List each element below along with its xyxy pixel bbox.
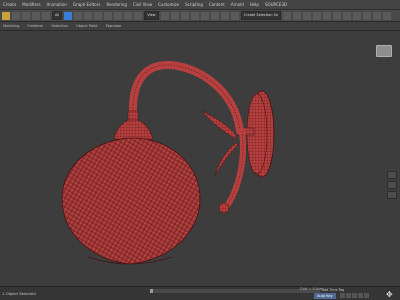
nav-orbit-icon[interactable]: [387, 181, 397, 189]
shade-neck[interactable]: [127, 110, 139, 121]
curve-editor-icon[interactable]: [333, 11, 342, 20]
grid-size-label: Grid = 0.0cm: [300, 287, 324, 291]
nav-zoom-icon[interactable]: [387, 171, 397, 179]
tab-freeform[interactable]: Freeform: [27, 24, 43, 28]
shade-cap[interactable]: [113, 118, 154, 140]
ribbon-tabs: Modeling Freeform Selection Object Paint…: [0, 22, 400, 31]
select-object-icon[interactable]: [64, 11, 73, 20]
menu-rendering[interactable]: Rendering: [106, 2, 126, 7]
menu-customize[interactable]: Customize: [158, 2, 179, 7]
upper-arm[interactable]: [128, 61, 244, 135]
link-icon[interactable]: [22, 11, 30, 20]
menu-civil-view[interactable]: Civil View: [133, 2, 152, 7]
named-selection-sets-dropdown[interactable]: Create Selection Se: [240, 11, 282, 20]
menu-source3d[interactable]: SOURCE3D: [265, 2, 287, 7]
rectangular-selection-icon[interactable]: [84, 11, 93, 20]
layer-explorer-icon[interactable]: [313, 11, 322, 20]
unlink-icon[interactable]: [32, 11, 40, 20]
previous-frame-icon[interactable]: [346, 293, 351, 298]
leaf-upper[interactable]: [201, 110, 237, 140]
nav-pan-icon[interactable]: [387, 191, 397, 199]
leaf-lower[interactable]: [214, 142, 239, 177]
reference-coordinate-dropdown[interactable]: View: [144, 11, 159, 20]
spinner-snap-icon[interactable]: [220, 11, 229, 20]
ribbon-toggle-icon[interactable]: [323, 11, 332, 20]
status-bar: 1 Object Selected Grid = 0.0cm Add Time …: [0, 286, 400, 300]
percent-snap-icon[interactable]: [210, 11, 219, 20]
arm-end-knob[interactable]: [218, 202, 230, 214]
scene-explorer-icon[interactable]: [303, 11, 312, 20]
place-icon[interactable]: [134, 11, 143, 20]
angle-snap-icon[interactable]: [200, 11, 209, 20]
viewport-navigation-icon[interactable]: ✥: [386, 290, 393, 299]
tab-selection[interactable]: Selection: [51, 24, 68, 28]
tab-modeling[interactable]: Modeling: [3, 24, 19, 28]
perspective-viewport[interactable]: [0, 31, 400, 286]
selection-filter-dropdown[interactable]: All: [52, 11, 63, 20]
select-manipulate-icon[interactable]: [170, 11, 179, 20]
menu-modifiers[interactable]: Modifiers: [22, 2, 40, 7]
rendered-frame-window-icon[interactable]: [373, 11, 382, 20]
add-time-tag-button[interactable]: Add Time Tag: [322, 288, 344, 292]
lower-arm[interactable]: [222, 128, 247, 212]
menu-help[interactable]: Help: [250, 2, 259, 7]
mirror-icon[interactable]: [283, 11, 292, 20]
menu-content[interactable]: Content: [209, 2, 225, 7]
render-production-icon[interactable]: [383, 11, 392, 20]
menu-animation[interactable]: Animation: [47, 2, 67, 7]
edit-named-selection-icon[interactable]: [230, 11, 239, 20]
time-slider[interactable]: [150, 289, 320, 293]
bind-space-warp-icon[interactable]: [42, 11, 50, 20]
lamp-mesh-render: [61, 61, 275, 265]
time-slider-handle[interactable]: [150, 289, 153, 293]
menu-arnold[interactable]: Arnold: [231, 2, 244, 7]
selection-status: 1 Object Selected: [2, 291, 36, 296]
undo-icon[interactable]: [2, 11, 10, 20]
tab-object-paint[interactable]: Object Paint: [76, 24, 98, 28]
go-to-start-icon[interactable]: [340, 293, 345, 298]
playback-controls: [340, 293, 369, 298]
keyboard-shortcut-override-icon[interactable]: [180, 11, 189, 20]
globe-shade[interactable]: [61, 137, 201, 265]
redo-icon[interactable]: [12, 11, 20, 20]
window-crossing-icon[interactable]: [94, 11, 103, 20]
next-frame-icon[interactable]: [358, 293, 363, 298]
select-scale-icon[interactable]: [124, 11, 133, 20]
render-setup-icon[interactable]: [363, 11, 372, 20]
pivot-center-icon[interactable]: [160, 11, 169, 20]
menu-create[interactable]: Create: [3, 2, 16, 7]
select-rotate-icon[interactable]: [114, 11, 123, 20]
schematic-view-icon[interactable]: [343, 11, 352, 20]
auto-key-button[interactable]: Auto Key: [314, 293, 336, 299]
tab-populate[interactable]: Populate: [106, 24, 122, 28]
align-icon[interactable]: [293, 11, 302, 20]
menu-bar: Create Modifiers Animation Graph Editors…: [0, 0, 400, 10]
snaps-toggle-icon[interactable]: [190, 11, 199, 20]
viewcube[interactable]: [376, 45, 392, 57]
select-move-icon[interactable]: [104, 11, 113, 20]
select-by-name-icon[interactable]: [74, 11, 83, 20]
material-editor-icon[interactable]: [353, 11, 362, 20]
viewport-side-buttons: [387, 171, 397, 199]
go-to-end-icon[interactable]: [364, 293, 369, 298]
play-icon[interactable]: [352, 293, 357, 298]
main-toolbar: All View Create Selection Se: [0, 10, 400, 22]
menu-scripting[interactable]: Scripting: [185, 2, 203, 7]
menu-graph-editors[interactable]: Graph Editors: [73, 2, 100, 7]
